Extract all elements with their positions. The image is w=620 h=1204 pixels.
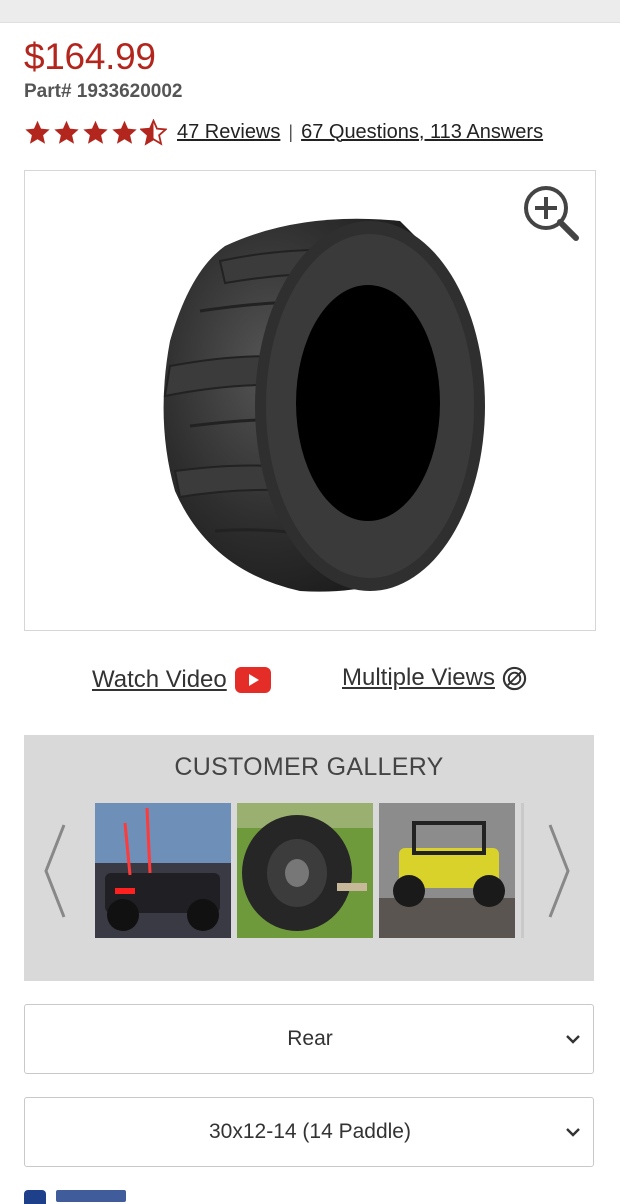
watch-video-label: Watch Video xyxy=(92,666,227,693)
watch-video-link[interactable]: Watch Video xyxy=(92,666,271,694)
multiple-views-icon xyxy=(502,666,527,690)
position-select[interactable]: Rear xyxy=(24,1004,594,1074)
gallery-thumbnail-tire-closeup[interactable] xyxy=(237,803,373,938)
link-separator: | xyxy=(288,121,294,142)
yellow-utv-photo xyxy=(379,803,515,938)
size-select[interactable]: 30x12-14 (14 Paddle) xyxy=(24,1097,594,1167)
multiple-views-link[interactable]: Multiple Views xyxy=(342,664,528,692)
chevron-left-icon[interactable] xyxy=(40,821,70,921)
cutoff-text xyxy=(56,1190,126,1202)
chevron-down-icon xyxy=(566,1128,580,1137)
star-rating[interactable] xyxy=(24,118,169,146)
chevron-right-icon[interactable] xyxy=(544,821,574,921)
tire-closeup-photo xyxy=(237,803,373,938)
cutoff-logo-icon xyxy=(24,1190,46,1204)
media-links-row: Watch Video Multiple Views xyxy=(0,662,620,702)
zoom-in-icon[interactable] xyxy=(521,183,581,243)
reviews-link[interactable]: 47 Reviews xyxy=(177,121,280,144)
multiple-views-label: Multiple Views xyxy=(342,664,495,691)
star-icon xyxy=(83,120,108,144)
gallery-title: CUSTOMER GALLERY xyxy=(174,753,444,781)
youtube-play-icon xyxy=(234,667,271,693)
product-image-frame[interactable] xyxy=(24,170,596,631)
gallery-thumbnail-utv-night[interactable] xyxy=(95,803,231,938)
part-number: Part# 1933620002 xyxy=(24,81,183,102)
utv-night-photo xyxy=(95,803,231,938)
rating-row: 47 Reviews | 67 Questions, 113 Answers xyxy=(24,118,543,146)
questions-answers-link[interactable]: 67 Questions, 113 Answers xyxy=(301,121,543,144)
gallery-thumbnail-yellow-utv[interactable] xyxy=(379,803,515,938)
gallery-thumbnail-partial[interactable] xyxy=(521,803,524,938)
customer-gallery: CUSTOMER GALLERY xyxy=(24,735,594,981)
star-icon xyxy=(112,120,137,144)
size-select-value: 30x12-14 (14 Paddle) xyxy=(209,1120,411,1143)
product-image-tire xyxy=(163,218,485,592)
star-icon xyxy=(25,120,50,144)
position-select-value: Rear xyxy=(287,1027,333,1050)
product-price: $164.99 xyxy=(24,36,156,77)
top-bar xyxy=(0,0,620,23)
star-icon xyxy=(54,120,79,144)
half-star-icon xyxy=(140,118,167,146)
chevron-down-icon xyxy=(566,1035,580,1044)
